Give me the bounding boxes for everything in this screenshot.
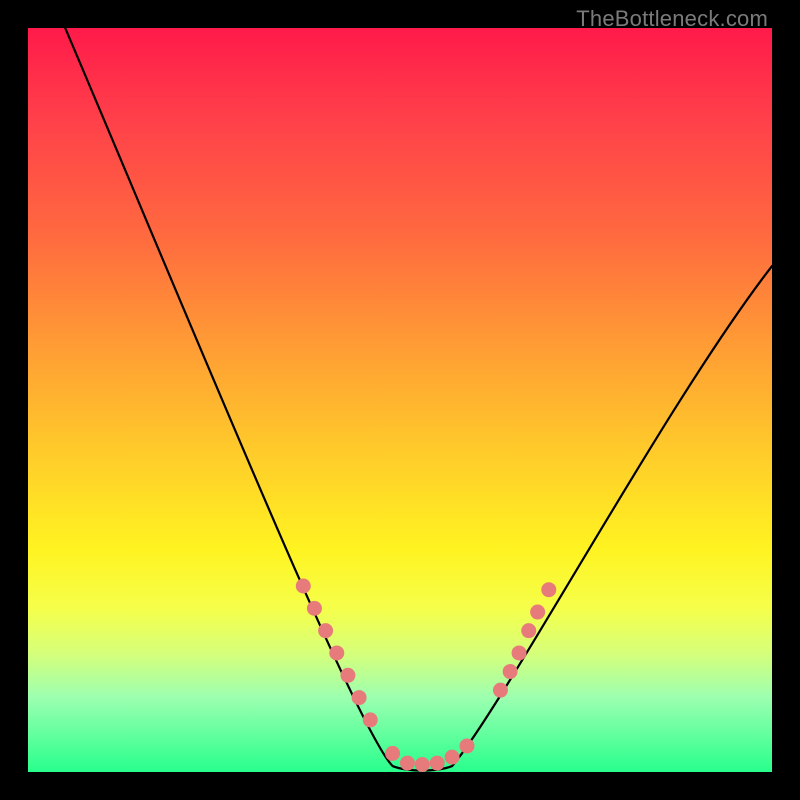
curve-marker bbox=[363, 712, 378, 727]
watermark-text: TheBottleneck.com bbox=[576, 6, 768, 32]
curve-marker bbox=[352, 690, 367, 705]
curve-marker bbox=[400, 756, 415, 771]
curve-marker bbox=[445, 750, 460, 765]
curve-marker bbox=[493, 683, 508, 698]
curve-marker bbox=[459, 738, 474, 753]
curve-marker bbox=[541, 582, 556, 597]
curve-marker bbox=[307, 601, 322, 616]
curve-marker bbox=[340, 668, 355, 683]
marker-group bbox=[296, 579, 557, 773]
plot-area bbox=[28, 28, 772, 772]
curve-marker bbox=[329, 645, 344, 660]
curve-marker bbox=[385, 746, 400, 761]
curve-marker bbox=[296, 579, 311, 594]
curve-marker bbox=[512, 645, 527, 660]
curve-marker bbox=[521, 623, 536, 638]
curve-marker bbox=[415, 757, 430, 772]
bottleneck-curve bbox=[65, 28, 772, 771]
chart-frame: TheBottleneck.com bbox=[0, 0, 800, 800]
curve-layer bbox=[28, 28, 772, 772]
curve-marker bbox=[430, 756, 445, 771]
curve-marker bbox=[530, 605, 545, 620]
curve-marker bbox=[503, 664, 518, 679]
curve-marker bbox=[318, 623, 333, 638]
